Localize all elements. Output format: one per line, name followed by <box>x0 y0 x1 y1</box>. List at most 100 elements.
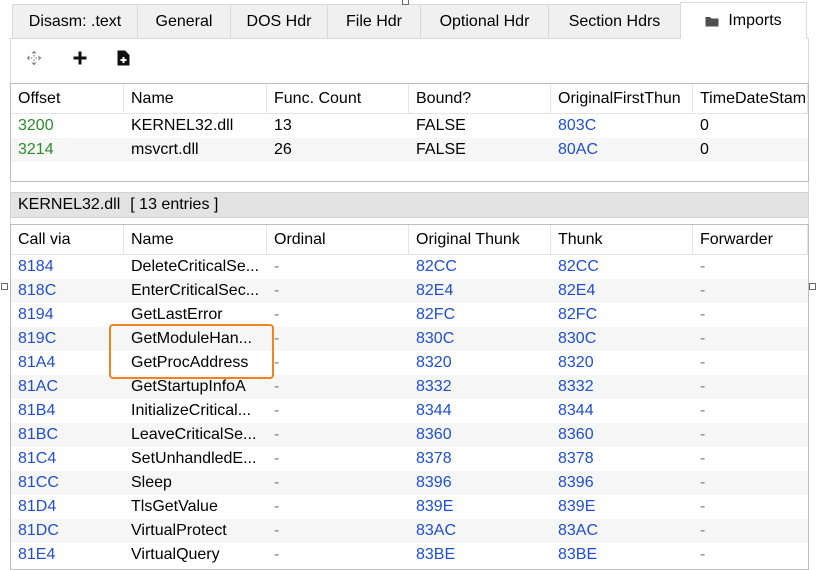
function-name-cell[interactable]: InitializeCritical... <box>124 399 267 423</box>
ordinal-cell[interactable]: - <box>267 423 409 447</box>
call-via-cell[interactable]: 81E4 <box>11 543 124 567</box>
function-row[interactable]: 81D4 TlsGetValue -839E 839E - <box>11 495 808 519</box>
forwarder-cell[interactable]: - <box>693 543 808 567</box>
bound-cell[interactable]: FALSE <box>409 114 551 138</box>
function-row[interactable]: 81C4 SetUnhandledE... -8378 8378- <box>11 447 808 471</box>
forwarder-cell[interactable]: - <box>693 471 808 495</box>
forwarder-cell[interactable]: - <box>693 399 808 423</box>
function-row[interactable]: 81CC Sleep -8396 8396- <box>11 471 808 495</box>
thunk-cell[interactable]: 8360 <box>551 423 693 447</box>
call-via-cell[interactable]: 81DC <box>11 519 124 543</box>
thunk-cell[interactable]: 82CC <box>551 255 693 279</box>
tab-optional-hdr[interactable]: Optional Hdr <box>420 4 549 38</box>
call-via-cell[interactable]: 81BC <box>11 423 124 447</box>
call-via-cell[interactable]: 81AC <box>11 375 124 399</box>
function-name-cell[interactable]: DeleteCriticalSe... <box>124 255 267 279</box>
call-via-cell[interactable]: 81B4 <box>11 399 124 423</box>
tab-general[interactable]: General <box>137 4 231 38</box>
thunk-cell[interactable]: 8332 <box>551 375 693 399</box>
call-via-cell[interactable]: 81C4 <box>11 447 124 471</box>
original-thunk-cell[interactable]: 83AC <box>409 519 551 543</box>
forwarder-cell[interactable]: - <box>693 375 808 399</box>
offset-cell[interactable]: 3200 <box>11 114 124 138</box>
original-thunk-cell[interactable]: 83BE <box>409 543 551 567</box>
add-file-button[interactable] <box>111 48 135 72</box>
library-row[interactable]: 3200 KERNEL32.dll 13 FALSE 803C 0 <box>11 114 808 138</box>
thunk-cell[interactable]: 830C <box>551 327 693 351</box>
column-header-original-first-thunk[interactable]: OriginalFirstThun <box>551 84 693 114</box>
call-via-cell[interactable]: 81CC <box>11 471 124 495</box>
tab-file-hdr[interactable]: File Hdr <box>327 4 421 38</box>
original-thunk-cell[interactable]: 82FC <box>409 303 551 327</box>
function-name-cell[interactable]: GetLastError <box>124 303 267 327</box>
tab-section-hdrs[interactable]: Section Hdrs <box>548 4 681 38</box>
thunk-cell[interactable]: 8320 <box>551 351 693 375</box>
library-row[interactable]: 3214 msvcrt.dll 26 FALSE 80AC 0 <box>11 138 808 162</box>
thunk-cell[interactable]: 8396 <box>551 471 693 495</box>
function-row[interactable]: 81E4 VirtualQuery -83BE 83BE - <box>11 543 808 567</box>
add-import-button[interactable] <box>68 48 92 72</box>
move-button[interactable] <box>22 48 46 72</box>
function-row[interactable]: 81DC VirtualProtect -83AC 83AC - <box>11 519 808 543</box>
function-row[interactable]: 818C EnterCriticalSec... -82E4 82E4- <box>11 279 808 303</box>
function-name-cell[interactable]: VirtualQuery <box>124 543 267 567</box>
function-row[interactable]: 8194 GetLastError -82FC 82FC - <box>11 303 808 327</box>
library-name-cell[interactable]: msvcrt.dll <box>124 138 267 162</box>
time-date-stamp-cell[interactable]: 0 <box>693 138 808 162</box>
original-first-thunk-cell[interactable]: 803C <box>551 114 693 138</box>
offset-cell[interactable]: 3214 <box>11 138 124 162</box>
function-name-cell[interactable]: EnterCriticalSec... <box>124 279 267 303</box>
ordinal-cell[interactable]: - <box>267 279 409 303</box>
column-header-func-count[interactable]: Func. Count <box>267 84 409 114</box>
forwarder-cell[interactable]: - <box>693 255 808 279</box>
column-header-thunk[interactable]: Thunk <box>551 225 693 255</box>
call-via-cell[interactable]: 81A4 <box>11 351 124 375</box>
forwarder-cell[interactable]: - <box>693 423 808 447</box>
function-name-cell[interactable]: GetModuleHan... <box>124 327 267 351</box>
column-header-name[interactable]: Name <box>124 225 267 255</box>
thunk-cell[interactable]: 8344 <box>551 399 693 423</box>
function-name-cell[interactable]: TlsGetValue <box>124 495 267 519</box>
forwarder-cell[interactable]: - <box>693 327 808 351</box>
forwarder-cell[interactable]: - <box>693 279 808 303</box>
bound-cell[interactable]: FALSE <box>409 138 551 162</box>
call-via-cell[interactable]: 8184 <box>11 255 124 279</box>
function-name-cell[interactable]: VirtualProtect <box>124 519 267 543</box>
original-thunk-cell[interactable]: 8344 <box>409 399 551 423</box>
column-header-ordinal[interactable]: Ordinal <box>267 225 409 255</box>
func-count-cell[interactable]: 26 <box>267 138 409 162</box>
ordinal-cell[interactable]: - <box>267 255 409 279</box>
ordinal-cell[interactable]: - <box>267 447 409 471</box>
thunk-cell[interactable]: 82E4 <box>551 279 693 303</box>
call-via-cell[interactable]: 818C <box>11 279 124 303</box>
column-header-offset[interactable]: Offset <box>11 84 124 114</box>
thunk-cell[interactable]: 8378 <box>551 447 693 471</box>
function-row[interactable]: 8184 DeleteCriticalSe... -82CC 82CC - <box>11 255 808 279</box>
column-header-name[interactable]: Name <box>124 84 267 114</box>
function-name-cell[interactable]: Sleep <box>124 471 267 495</box>
ordinal-cell[interactable]: - <box>267 399 409 423</box>
function-name-cell[interactable]: GetStartupInfoA <box>124 375 267 399</box>
call-via-cell[interactable]: 8194 <box>11 303 124 327</box>
function-row[interactable]: 81BC LeaveCriticalSe... -8360 8360- <box>11 423 808 447</box>
thunk-cell[interactable]: 83BE <box>551 543 693 567</box>
ordinal-cell[interactable]: - <box>267 471 409 495</box>
time-date-stamp-cell[interactable]: 0 <box>693 114 808 138</box>
ordinal-cell[interactable]: - <box>267 327 409 351</box>
original-thunk-cell[interactable]: 830C <box>409 327 551 351</box>
tab-imports[interactable]: Imports <box>680 2 807 39</box>
ordinal-cell[interactable]: - <box>267 495 409 519</box>
call-via-cell[interactable]: 81D4 <box>11 495 124 519</box>
forwarder-cell[interactable]: - <box>693 495 808 519</box>
original-thunk-cell[interactable]: 8396 <box>409 471 551 495</box>
function-row[interactable]: 819C GetModuleHan... -830C 830C - <box>11 327 808 351</box>
tab-dos-hdr[interactable]: DOS Hdr <box>230 4 328 38</box>
function-name-cell[interactable]: SetUnhandledE... <box>124 447 267 471</box>
column-header-call-via[interactable]: Call via <box>11 225 124 255</box>
original-thunk-cell[interactable]: 82E4 <box>409 279 551 303</box>
function-name-cell[interactable]: LeaveCriticalSe... <box>124 423 267 447</box>
forwarder-cell[interactable]: - <box>693 447 808 471</box>
func-count-cell[interactable]: 13 <box>267 114 409 138</box>
original-thunk-cell[interactable]: 8360 <box>409 423 551 447</box>
column-header-bound[interactable]: Bound? <box>409 84 551 114</box>
